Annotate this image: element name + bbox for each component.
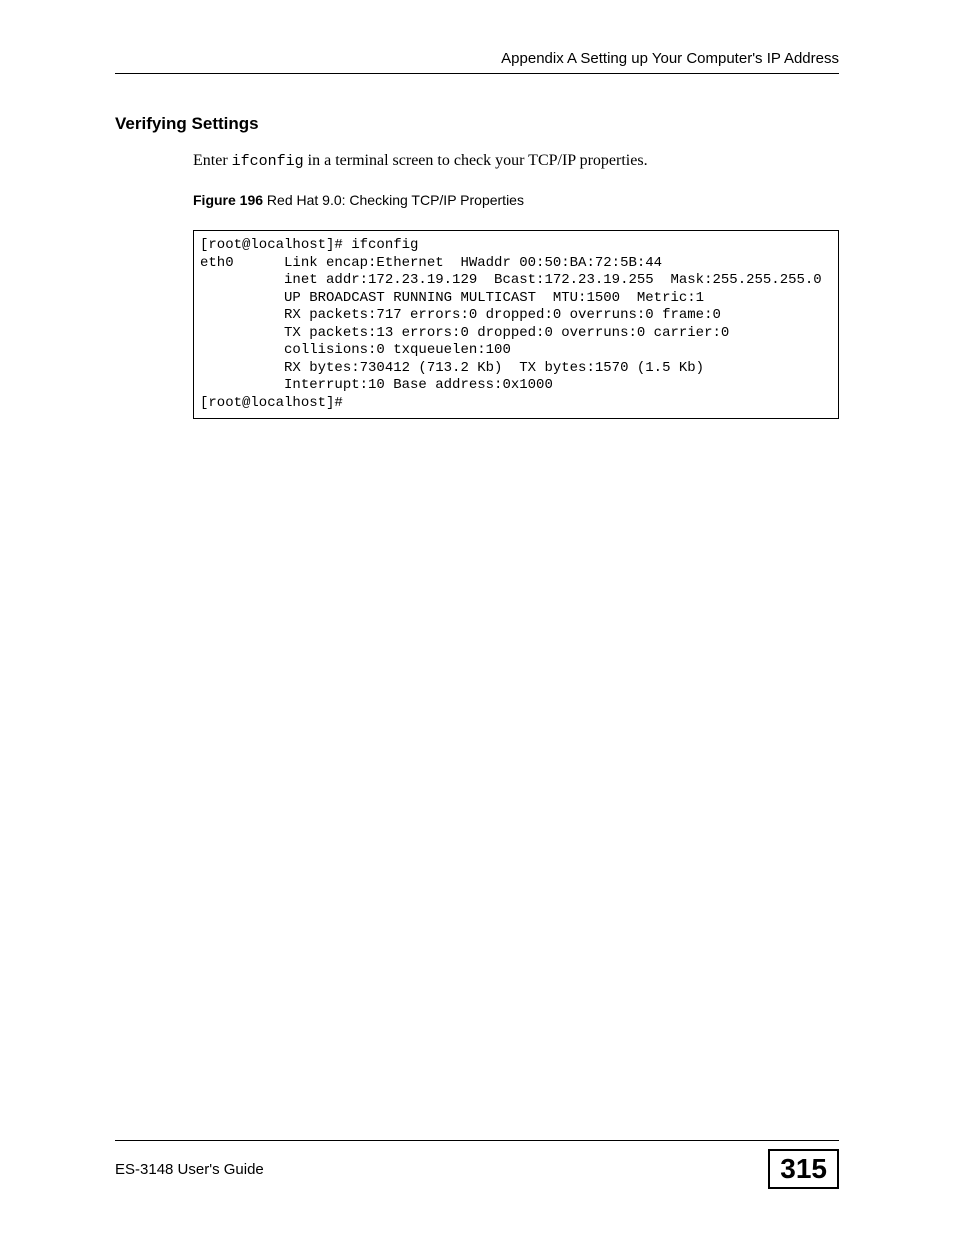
footer-row: ES-3148 User's Guide 315 <box>115 1149 839 1189</box>
page-number: 315 <box>768 1149 839 1189</box>
body-suffix: in a terminal screen to check your TCP/I… <box>304 152 648 169</box>
terminal-line: [root@localhost]# <box>200 395 343 411</box>
running-header: Appendix A Setting up Your Computer's IP… <box>115 50 839 67</box>
terminal-line: UP BROADCAST RUNNING MULTICAST MTU:1500 … <box>200 290 704 306</box>
footer-guide-title: ES-3148 User's Guide <box>115 1161 264 1178</box>
body-prefix: Enter <box>193 152 232 169</box>
terminal-line: eth0 Link encap:Ethernet HWaddr 00:50:BA… <box>200 255 679 271</box>
header-rule <box>115 73 839 74</box>
terminal-line: TX packets:13 errors:0 dropped:0 overrun… <box>200 325 729 341</box>
figure-caption-text: Red Hat 9.0: Checking TCP/IP Properties <box>263 192 524 208</box>
terminal-line: inet addr:172.23.19.129 Bcast:172.23.19.… <box>200 272 822 288</box>
figure-label: Figure 196 <box>193 192 263 208</box>
terminal-line: [root@localhost]# ifconfig <box>200 237 427 253</box>
inline-code: ifconfig <box>232 153 304 170</box>
page-footer: ES-3148 User's Guide 315 <box>115 1140 839 1189</box>
figure-caption: Figure 196 Red Hat 9.0: Checking TCP/IP … <box>193 192 839 208</box>
footer-rule <box>115 1140 839 1141</box>
terminal-line: collisions:0 txqueuelen:100 <box>200 342 519 358</box>
terminal-output: [root@localhost]# ifconfig eth0 Link enc… <box>193 230 839 419</box>
body-paragraph: Enter ifconfig in a terminal screen to c… <box>193 152 839 170</box>
terminal-line: Interrupt:10 Base address:0x1000 <box>200 377 561 393</box>
section-heading: Verifying Settings <box>115 114 839 134</box>
terminal-line: RX bytes:730412 (713.2 Kb) TX bytes:1570… <box>200 360 704 376</box>
terminal-line: RX packets:717 errors:0 dropped:0 overru… <box>200 307 721 323</box>
page: Appendix A Setting up Your Computer's IP… <box>0 0 954 1235</box>
